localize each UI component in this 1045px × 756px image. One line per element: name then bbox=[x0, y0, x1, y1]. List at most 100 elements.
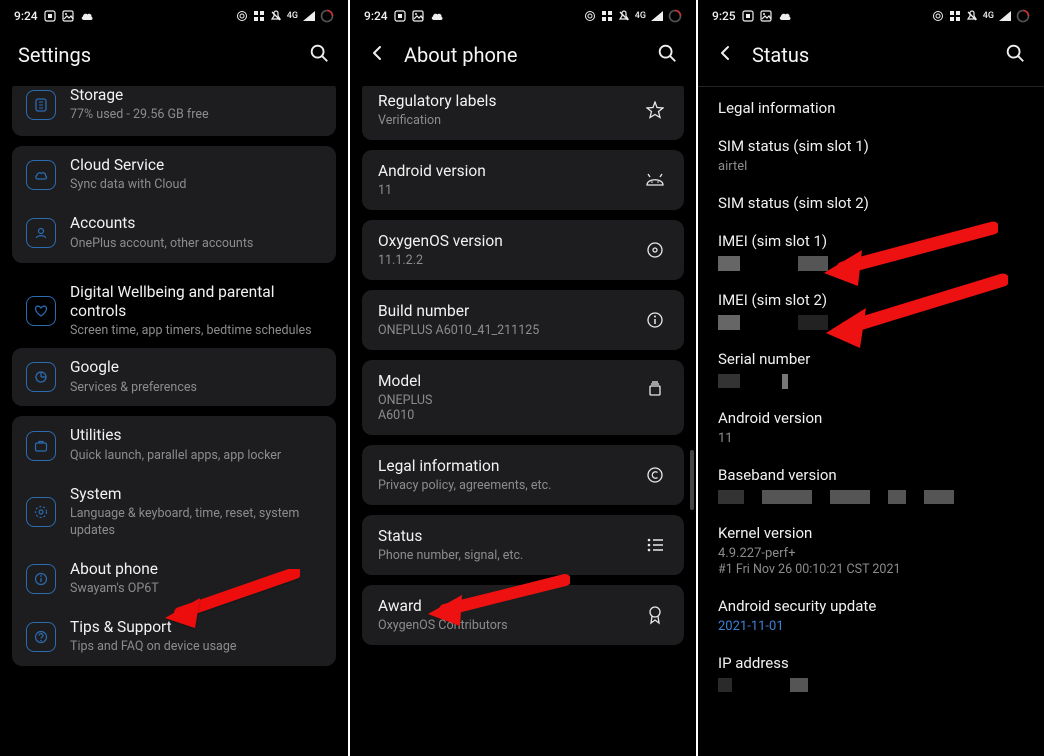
row-sub: 11 bbox=[718, 431, 1024, 446]
redacted-value bbox=[718, 490, 1024, 504]
list-icon bbox=[642, 538, 668, 552]
scrollbar[interactable] bbox=[690, 450, 694, 510]
search-icon[interactable] bbox=[1004, 42, 1026, 68]
page-title: Status bbox=[752, 43, 809, 67]
android-icon bbox=[642, 173, 668, 187]
back-icon[interactable] bbox=[716, 44, 734, 66]
award-row[interactable]: Award OxygenOS Contributors bbox=[362, 585, 684, 645]
row-sub: Language & keyboard, time, reset, system… bbox=[70, 506, 322, 540]
page-title: About phone bbox=[404, 43, 518, 67]
security-update-item[interactable]: Android security update 2021-11-01 bbox=[698, 587, 1044, 644]
back-icon[interactable] bbox=[368, 44, 386, 66]
about-phone-screen: 9:24 4G About phone Re bbox=[348, 0, 696, 756]
search-icon[interactable] bbox=[656, 42, 678, 68]
status-bar: 9:24 4G bbox=[350, 0, 696, 28]
ring-icon bbox=[320, 9, 334, 23]
status-time: 9:24 bbox=[14, 9, 38, 23]
digital-wellbeing-row[interactable]: Digital Wellbeing and parental controls … bbox=[12, 273, 336, 349]
utilities-row[interactable]: Utilities Quick launch, parallel apps, a… bbox=[12, 416, 336, 474]
row-title: IMEI (sim slot 2) bbox=[718, 291, 1024, 309]
row-title: Google bbox=[70, 358, 322, 377]
signal-icon bbox=[651, 11, 663, 21]
stack-icon bbox=[642, 380, 668, 398]
serial-number-item[interactable]: Serial number bbox=[698, 340, 1044, 399]
status-screen: 9:25 4G Status Legal information bbox=[696, 0, 1044, 756]
broadcast-icon bbox=[584, 10, 596, 22]
row-title: Serial number bbox=[718, 350, 1024, 368]
award-icon bbox=[642, 605, 668, 625]
row-title: Status bbox=[378, 527, 628, 545]
imei-1-item[interactable]: IMEI (sim slot 1) bbox=[698, 222, 1044, 281]
row-title: Storage bbox=[70, 86, 322, 105]
oxygenos-version-row[interactable]: OxygenOS version 11.1.2.2 bbox=[362, 220, 684, 280]
status-list: Legal information SIM status (sim slot 1… bbox=[698, 89, 1044, 702]
build-number-row[interactable]: Build number ONEPLUS A6010_41_211125 bbox=[362, 290, 684, 350]
row-title: OxygenOS version bbox=[378, 232, 628, 250]
system-row[interactable]: System Language & keyboard, time, reset,… bbox=[12, 475, 336, 550]
google-icon bbox=[26, 362, 56, 392]
row-title: Android security update bbox=[718, 597, 1024, 615]
android-version-item[interactable]: Android version 11 bbox=[698, 399, 1044, 456]
broadcast-icon bbox=[932, 10, 944, 22]
row-sub: Quick launch, parallel apps, app locker bbox=[70, 448, 322, 465]
heart-icon bbox=[26, 296, 56, 326]
legal-information-row[interactable]: Legal information Privacy policy, agreem… bbox=[362, 445, 684, 505]
baseband-version-item[interactable]: Baseband version bbox=[698, 456, 1044, 514]
about-phone-row[interactable]: About phone Swayam's OP6T bbox=[12, 550, 336, 608]
tips-support-row[interactable]: Tips & Support Tips and FAQ on device us… bbox=[12, 608, 336, 666]
sim-status-2-item[interactable]: SIM status (sim slot 2) bbox=[698, 184, 1044, 222]
accounts-row[interactable]: Accounts OnePlus account, other accounts bbox=[12, 204, 336, 262]
settings-header: Settings bbox=[0, 28, 348, 86]
model-row[interactable]: Model ONEPLUS A6010 bbox=[362, 360, 684, 435]
about-list: Regulatory labels Verification Android v… bbox=[350, 86, 696, 756]
row-sub: Tips and FAQ on device usage bbox=[70, 639, 322, 656]
apps-icon bbox=[253, 10, 265, 22]
cloud-service-row[interactable]: Cloud Service Sync data with Cloud bbox=[12, 146, 336, 204]
ip-address-item[interactable]: IP address bbox=[698, 644, 1044, 702]
status-icon-app1 bbox=[394, 10, 406, 22]
image-icon bbox=[62, 10, 74, 22]
cloud-icon bbox=[778, 11, 792, 21]
row-sub: 11.1.2.2 bbox=[378, 253, 628, 268]
row-sub: 4.9.227-perf+ bbox=[718, 546, 1024, 561]
android-version-row[interactable]: Android version 11 bbox=[362, 150, 684, 210]
search-icon[interactable] bbox=[308, 42, 330, 68]
row-title: SIM status (sim slot 2) bbox=[718, 194, 1024, 212]
status-bar: 9:25 4G bbox=[698, 0, 1044, 28]
mute-icon bbox=[270, 10, 282, 22]
imei-2-item[interactable]: IMEI (sim slot 2) bbox=[698, 281, 1044, 340]
row-sub: Privacy policy, agreements, etc. bbox=[378, 478, 628, 493]
row-sub: Screen time, app timers, bedtime schedul… bbox=[70, 323, 322, 340]
kernel-version-item[interactable]: Kernel version 4.9.227-perf+ #1 Fri Nov … bbox=[698, 514, 1044, 587]
status-icon-app1 bbox=[742, 10, 754, 22]
row-title: Digital Wellbeing and parental controls bbox=[70, 283, 322, 322]
image-icon bbox=[412, 10, 424, 22]
network-type: 4G bbox=[287, 11, 298, 21]
sim-status-1-item[interactable]: SIM status (sim slot 1) airtel bbox=[698, 127, 1044, 184]
row-title: Regulatory labels bbox=[378, 92, 628, 110]
briefcase-icon bbox=[26, 431, 56, 461]
status-icon-app1 bbox=[44, 10, 56, 22]
row-title: Cloud Service bbox=[70, 156, 322, 175]
row-title: Legal information bbox=[378, 457, 628, 475]
row-sub: 77% used - 29.56 GB free bbox=[70, 107, 322, 124]
row-sub: OnePlus account, other accounts bbox=[70, 236, 322, 253]
broadcast-icon bbox=[236, 10, 248, 22]
row-title: Model bbox=[378, 372, 628, 390]
status-bar: 9:24 4G bbox=[0, 0, 348, 28]
settings-screen: 9:24 4G Settings Storage bbox=[0, 0, 348, 756]
star-icon bbox=[642, 101, 668, 119]
google-row[interactable]: Google Services & preferences bbox=[12, 348, 336, 406]
row-sub: #1 Fri Nov 26 00:10:21 CST 2021 bbox=[718, 562, 1024, 577]
legal-information-item[interactable]: Legal information bbox=[698, 89, 1044, 127]
row-title: Award bbox=[378, 597, 628, 615]
status-header: Status bbox=[698, 28, 1044, 86]
redacted-value bbox=[718, 256, 1024, 271]
storage-row[interactable]: Storage 77% used - 29.56 GB free bbox=[12, 86, 336, 136]
status-row[interactable]: Status Phone number, signal, etc. bbox=[362, 515, 684, 575]
row-title: Build number bbox=[378, 302, 628, 320]
row-sub: Sync data with Cloud bbox=[70, 177, 322, 194]
row-title: About phone bbox=[70, 560, 322, 579]
mute-icon bbox=[966, 10, 978, 22]
regulatory-labels-row[interactable]: Regulatory labels Verification bbox=[362, 86, 684, 140]
